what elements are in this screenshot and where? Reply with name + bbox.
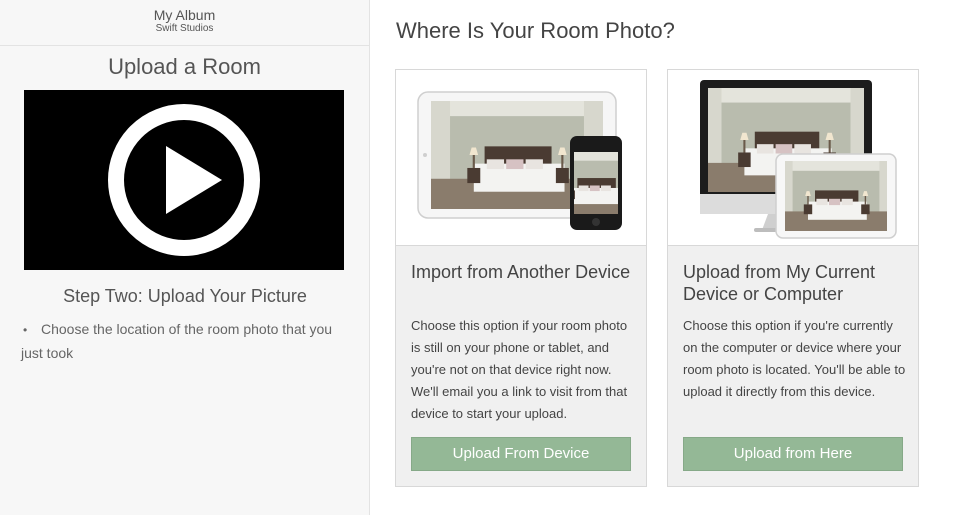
card-title: Upload from My Current Device or Compute… <box>683 262 876 304</box>
step-title: Step Two: Upload Your Picture <box>63 286 307 306</box>
card-description: Choose this option if your room photo is… <box>411 318 628 421</box>
step-list: • Choose the location of the room photo t… <box>21 318 351 365</box>
video-player[interactable] <box>24 90 344 270</box>
upload-from-here-button[interactable]: Upload from Here <box>683 437 903 471</box>
upload-from-here-card[interactable]: Upload from My Current Device or Compute… <box>667 69 919 487</box>
album-title[interactable]: My Album <box>0 7 369 23</box>
play-icon[interactable] <box>108 104 260 256</box>
card-title: Import from Another Device <box>411 262 631 282</box>
album-subtitle: Swift Studios <box>155 23 214 34</box>
upload-room-heading: Upload a Room <box>108 54 261 79</box>
card-description: Choose this option if you're currently o… <box>683 318 906 399</box>
list-item: • Choose the location of the room photo t… <box>21 318 351 365</box>
step-text: Choose the location of the room photo th… <box>21 321 333 361</box>
bullet: • <box>23 323 28 337</box>
tablet-and-phone-image <box>396 70 646 246</box>
upload-from-device-button[interactable]: Upload From Device <box>411 437 631 471</box>
album-header: My Album Swift Studios <box>0 0 369 46</box>
import-from-device-card[interactable]: Import from Another Device Choose this o… <box>395 69 647 487</box>
computer-and-tablet-image <box>668 70 918 246</box>
page-title: Where Is Your Room Photo? <box>396 18 675 43</box>
sidebar: My Album Swift Studios Upload a Room Ste… <box>0 0 370 515</box>
